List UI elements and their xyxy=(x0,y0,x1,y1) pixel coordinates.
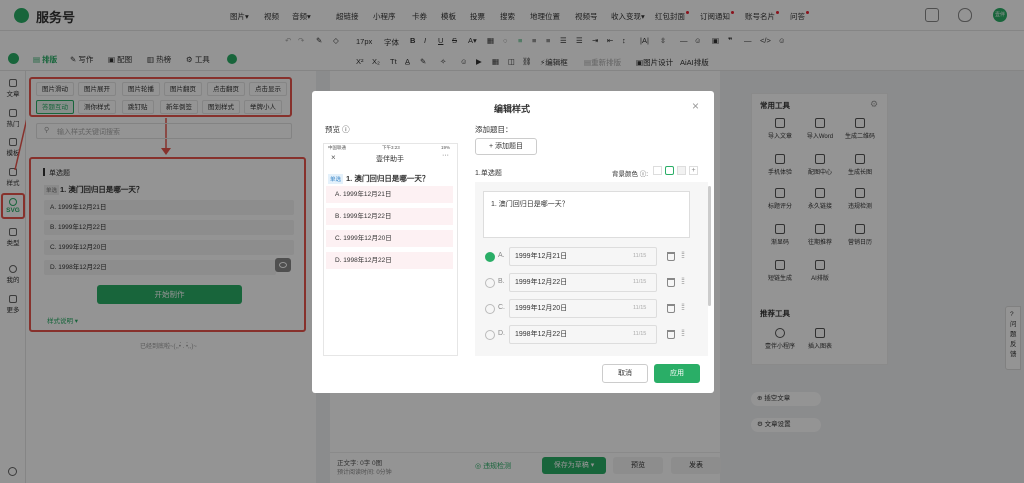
bg-color-swatch-selected[interactable] xyxy=(665,166,674,175)
trash-icon[interactable] xyxy=(667,278,675,287)
phone-time: 下午3:23 xyxy=(382,145,400,150)
trash-icon[interactable] xyxy=(667,304,675,313)
option-editor-b: B. 1999年12月22日 11/15 ⁞⁞ xyxy=(485,273,710,293)
phone-option: D. 1998年12月22日 xyxy=(326,252,453,269)
trash-icon[interactable] xyxy=(667,330,675,339)
apply-button[interactable]: 应用 xyxy=(654,364,700,383)
radio-b[interactable] xyxy=(485,278,495,288)
phone-more-icon: ··· xyxy=(442,152,449,159)
option-editor-c: C. 1999年12月20日 11/15 ⁞⁞ xyxy=(485,299,710,319)
phone-battery: 19% xyxy=(441,145,451,150)
phone-question-badge: 单选 xyxy=(328,174,344,184)
phone-option: B. 1999年12月22日 xyxy=(326,208,453,225)
phone-option: A. 1999年12月21日 xyxy=(326,186,453,203)
add-color-button[interactable]: + xyxy=(689,166,698,175)
radio-d[interactable] xyxy=(485,330,495,340)
cancel-button[interactable]: 取消 xyxy=(602,364,648,383)
bg-color-swatch-white[interactable] xyxy=(653,166,662,175)
add-question-button[interactable]: + 添加题目 xyxy=(475,138,537,155)
drag-handle-icon[interactable]: ⁞⁞ xyxy=(681,329,685,338)
question-textarea[interactable]: 1. 澳门回归日是哪一天？ xyxy=(483,191,690,238)
phone-carrier: 中国联通 xyxy=(328,145,346,150)
bg-color-swatch-gray[interactable] xyxy=(677,166,686,175)
add-title-label: 添加题目： xyxy=(475,125,513,134)
phone-close-icon: × xyxy=(331,153,336,162)
phone-title: 壹伴助手 xyxy=(376,156,404,163)
preview-label: 预览 ⓘ xyxy=(325,125,350,134)
section-title: 1.单选题 xyxy=(475,170,502,177)
drag-handle-icon[interactable]: ⁞⁞ xyxy=(681,303,685,312)
close-icon[interactable]: × xyxy=(692,99,699,113)
bg-color-label: 背景颜色 ⓘ: xyxy=(612,171,649,178)
option-editor-d: D. 1998年12月22日 11/15 ⁞⁞ xyxy=(485,325,710,345)
trash-icon[interactable] xyxy=(667,252,675,261)
modal-title: 编辑样式 xyxy=(494,104,531,114)
option-editor-a: A. 1999年12月21日 11/15 ⁞⁞ xyxy=(485,247,710,267)
radio-correct-a[interactable] xyxy=(485,252,495,262)
drag-handle-icon[interactable]: ⁞⁞ xyxy=(681,251,685,260)
radio-c[interactable] xyxy=(485,304,495,314)
phone-option: C. 1999年12月20日 xyxy=(326,230,453,247)
phone-question: 1. 澳门回归日是哪一天？ xyxy=(346,174,430,183)
drag-handle-icon[interactable]: ⁞⁞ xyxy=(681,277,685,286)
